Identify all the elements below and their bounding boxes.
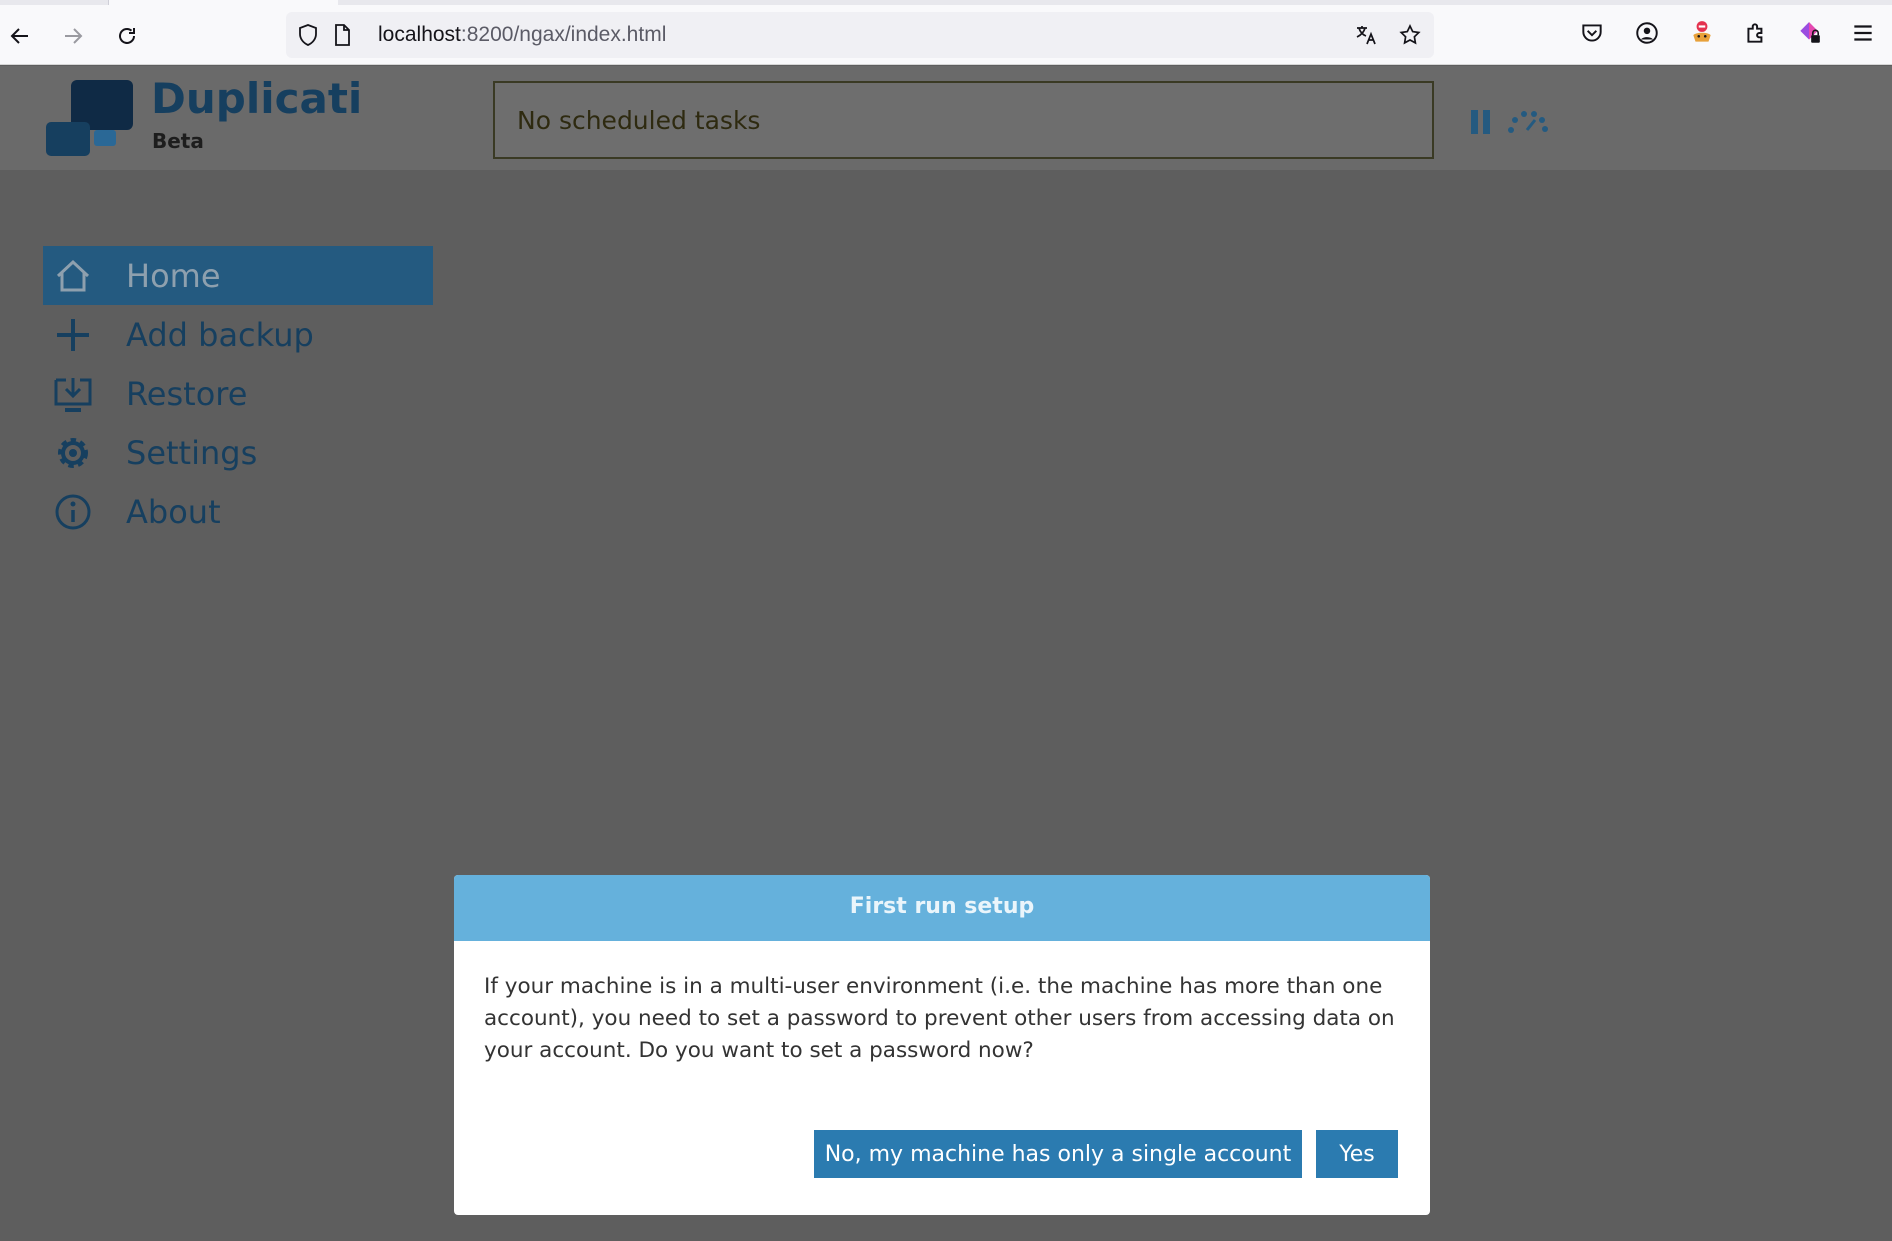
sidebar-item-label: Add backup <box>126 316 314 354</box>
pause-icon[interactable] <box>1469 108 1493 136</box>
forward-button[interactable] <box>55 18 91 54</box>
url-text: localhost:8200/ngax/index.html <box>378 23 666 47</box>
url-path: :8200/ngax/index.html <box>460 23 667 46</box>
dialog-title: First run setup <box>849 894 1035 919</box>
gear-icon <box>58 438 88 468</box>
reload-button[interactable] <box>109 18 145 54</box>
arrow-left-icon <box>10 28 28 44</box>
throttle-gauge-icon[interactable] <box>1506 108 1548 134</box>
active-tab[interactable] <box>108 0 338 5</box>
tab-strip <box>0 0 1892 5</box>
sidebar-item-label: About <box>126 493 221 531</box>
page-icon[interactable] <box>328 21 356 49</box>
status-text: No scheduled tasks <box>517 106 761 135</box>
reload-icon <box>119 27 135 44</box>
bookmark-star-icon[interactable] <box>1396 21 1424 49</box>
sidebar-item-restore[interactable]: Restore <box>43 364 433 423</box>
yes-button[interactable]: Yes <box>1316 1130 1398 1178</box>
duplicati-logo <box>46 78 136 158</box>
translate-icon[interactable] <box>1352 21 1380 49</box>
sidebar-item-label: Restore <box>126 375 248 413</box>
sidebar-item-label: Home <box>126 257 221 295</box>
vpn-lock-icon[interactable] <box>1793 17 1825 49</box>
sidebar-item-about[interactable]: About <box>43 482 433 541</box>
back-button[interactable] <box>2 18 38 54</box>
info-icon <box>55 494 91 530</box>
dialog-message: If your machine is in a multi-user envir… <box>484 974 1395 1063</box>
single-account-button[interactable]: No, my machine has only a single account <box>814 1130 1302 1178</box>
sidebar-item-add-backup[interactable]: Add backup <box>43 305 433 364</box>
sidebar-item-settings[interactable]: Settings <box>43 423 433 482</box>
sidebar-menu: Home Add backup Restore Settings About <box>43 246 433 541</box>
url-host: localhost <box>378 23 461 46</box>
brand-subtitle: Beta <box>152 129 204 153</box>
dialog-header: First run setup <box>454 875 1430 941</box>
extension-fox-icon[interactable] <box>1686 17 1718 49</box>
sidebar-item-label: Settings <box>126 434 258 472</box>
status-panel: No scheduled tasks <box>493 81 1434 159</box>
browser-toolbar: localhost:8200/ngax/index.html <box>0 0 1892 65</box>
brand-name: Duplicati <box>151 74 363 123</box>
sidebar-item-home[interactable]: Home <box>43 246 433 305</box>
url-bar[interactable]: localhost:8200/ngax/index.html <box>286 12 1434 58</box>
plus-icon <box>57 319 89 351</box>
account-icon[interactable] <box>1631 17 1663 49</box>
restore-icon <box>54 378 92 412</box>
first-run-dialog: First run setup If your machine is in a … <box>454 875 1430 1215</box>
pocket-icon[interactable] <box>1576 17 1608 49</box>
extensions-puzzle-icon[interactable] <box>1740 17 1772 49</box>
home-icon <box>56 259 90 292</box>
shield-icon[interactable] <box>294 21 322 49</box>
arrow-right-icon <box>65 28 83 44</box>
hamburger-menu-icon[interactable] <box>1847 17 1879 49</box>
